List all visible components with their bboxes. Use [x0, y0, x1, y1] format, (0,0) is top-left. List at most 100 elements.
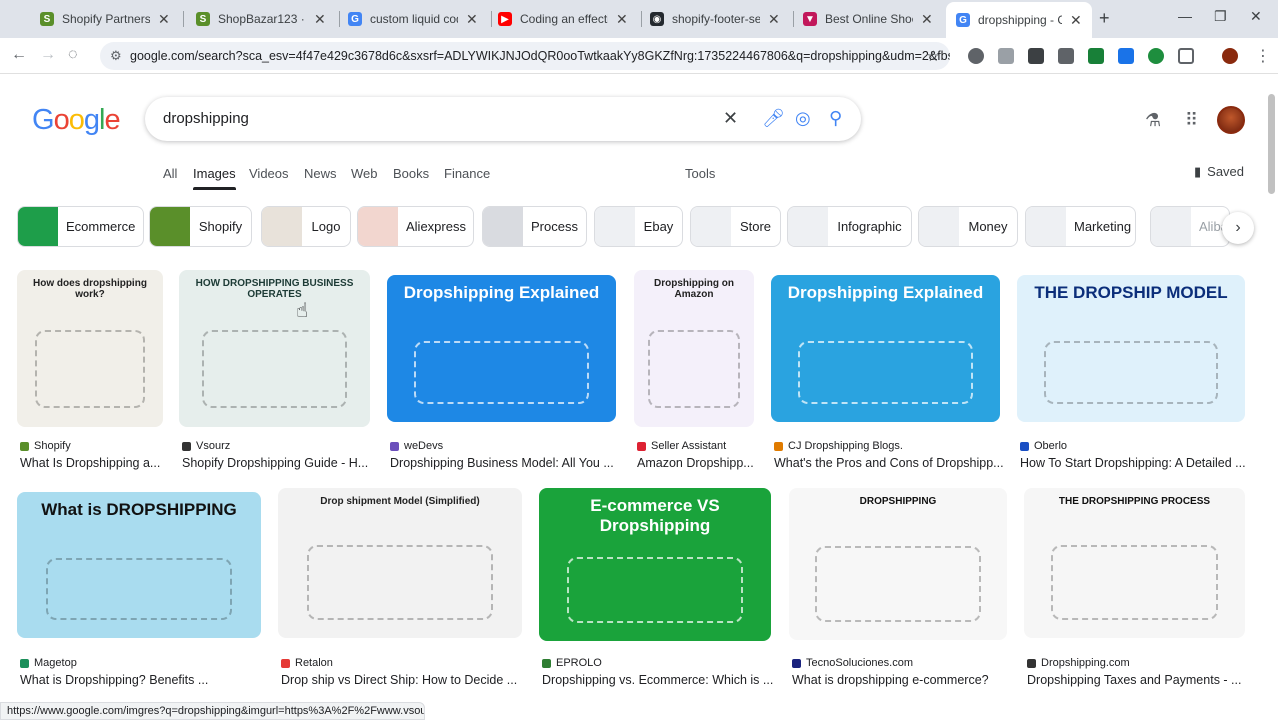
result-thumbnail[interactable]: DROPSHIPPING	[789, 488, 1007, 640]
chip-logo[interactable]: Logo	[261, 206, 351, 247]
image-result[interactable]: E-commerce VS Dropshipping EPROLO Dropship…	[539, 488, 773, 689]
result-thumbnail[interactable]: Drop shipment Model (Simplified)	[278, 488, 522, 638]
close-tab-icon[interactable]: ✕	[768, 11, 780, 28]
restore-icon[interactable]: ❐	[1214, 8, 1227, 25]
minimize-icon[interactable]: —	[1178, 8, 1192, 24]
result-source[interactable]: TecnoSoluciones.com	[792, 657, 913, 669]
clipboard-icon[interactable]	[1058, 48, 1074, 64]
account-avatar[interactable]	[1217, 106, 1245, 134]
result-title[interactable]: What Is Dropshipping a...	[20, 456, 186, 470]
zip-extension-icon[interactable]	[1118, 48, 1134, 64]
result-thumbnail[interactable]: What is DROPSHIPPING	[17, 492, 261, 638]
close-tab-icon[interactable]: ✕	[921, 11, 933, 28]
chevron-right-icon[interactable]: ›	[1222, 212, 1254, 244]
browser-tab[interactable]: ◉ shopify-footer-sectio ✕	[640, 6, 790, 32]
tools-button[interactable]: Tools	[685, 166, 715, 181]
result-title[interactable]: Dropshipping Business Model: All You ...	[390, 456, 639, 470]
result-thumbnail[interactable]: THE DROPSHIP MODEL	[1017, 275, 1245, 422]
tab-news[interactable]: News	[304, 166, 337, 181]
bookmark-star-icon[interactable]: ☆	[927, 47, 940, 65]
lens-icon[interactable]: ◎	[795, 108, 811, 129]
result-title[interactable]: Shopify Dropshipping Guide - H...	[182, 456, 393, 470]
result-source[interactable]: Magetop	[20, 657, 77, 669]
result-thumbnail[interactable]: Dropshipping Explained	[771, 275, 1000, 422]
result-title[interactable]: Amazon Dropshipp...	[637, 456, 777, 470]
forward-arrow-icon[interactable]: →	[40, 46, 56, 64]
result-title[interactable]: Dropshipping Taxes and Payments - ...	[1027, 673, 1268, 687]
chip-store[interactable]: Store	[690, 206, 781, 247]
close-tab-icon[interactable]: ✕	[314, 11, 326, 28]
chip-alibaba[interactable]: Alibaba	[1150, 206, 1230, 247]
image-result[interactable]: Dropshipping Explained CJ Dropshipping Bl…	[771, 275, 1004, 472]
grammar-extension-icon[interactable]	[1148, 48, 1164, 64]
back-arrow-icon[interactable]: ←	[11, 46, 27, 64]
browser-tab[interactable]: Gdropshipping - Goog ✕	[946, 2, 1092, 38]
chip-process[interactable]: Process	[482, 206, 587, 247]
chip-money[interactable]: Money	[918, 206, 1018, 247]
close-tab-icon[interactable]: ✕	[466, 11, 478, 28]
close-tab-icon[interactable]: ✕	[158, 11, 170, 28]
result-source[interactable]: Retalon	[281, 657, 333, 669]
browser-tab[interactable]: ▼ Best Online Shoes Br ✕	[793, 6, 943, 32]
loading-spinner-icon[interactable]: ◌	[68, 46, 78, 64]
result-title[interactable]: How To Start Dropshipping: A Detailed ..…	[1020, 456, 1268, 470]
extension-robot-icon[interactable]	[968, 48, 984, 64]
chip-shopify[interactable]: Shopify	[149, 206, 252, 247]
image-result[interactable]: Drop shipment Model (Simplified) Retalon D…	[278, 488, 522, 689]
result-thumbnail[interactable]: HOW DROPSHIPPING BUSINESS OPERATES	[179, 270, 370, 427]
result-source[interactable]: EPROLO	[542, 657, 602, 669]
result-source[interactable]: Shopify	[20, 440, 71, 452]
microphone-icon[interactable]: 🎤︎	[762, 108, 785, 129]
profile-avatar[interactable]	[1222, 48, 1238, 64]
result-source[interactable]: weDevs	[390, 440, 443, 452]
result-title[interactable]: What's the Pros and Cons of Dropshipp...	[774, 456, 1023, 470]
saved-button[interactable]: ▮ Saved	[1194, 164, 1244, 180]
page-scrollbar[interactable]	[1266, 76, 1276, 720]
chip-ecommerce[interactable]: Ecommerce	[17, 206, 144, 247]
result-title[interactable]: Dropshipping vs. Ecommerce: Which is ...	[542, 673, 794, 687]
search-icon[interactable]: ⚲	[829, 108, 842, 129]
tab-finance[interactable]: Finance	[444, 166, 490, 181]
result-thumbnail[interactable]: E-commerce VS Dropshipping	[539, 488, 771, 641]
browser-tab[interactable]: Gcustom liquid code fo ✕	[338, 6, 488, 32]
browser-tab[interactable]: S Shopify Partners ✕	[30, 6, 180, 32]
address-bar[interactable]: ⚙ google.com/search?sca_esv=4f47e429c367…	[100, 42, 950, 70]
image-result[interactable]: THE DROPSHIPPING PROCESS Dropshipping.com…	[1024, 488, 1245, 689]
clear-icon[interactable]: ✕	[723, 108, 738, 129]
tab-images[interactable]: Images	[193, 166, 236, 190]
image-result[interactable]: DROPSHIPPING TecnoSoluciones.com What is d…	[789, 488, 1007, 689]
result-source[interactable]: Seller Assistant	[637, 440, 726, 452]
result-thumbnail[interactable]: How does dropshipping work?	[17, 270, 163, 427]
camera-icon[interactable]	[998, 48, 1014, 64]
close-tab-icon[interactable]: ✕	[616, 11, 628, 28]
result-source[interactable]: Dropshipping.com	[1027, 657, 1130, 669]
eyedropper-icon[interactable]	[1028, 48, 1044, 64]
chip-marketing[interactable]: Marketing	[1025, 206, 1136, 247]
search-box[interactable]: dropshipping ✕ 🎤︎ ◎ ⚲	[145, 97, 861, 141]
search-input[interactable]: dropshipping	[163, 110, 249, 127]
result-thumbnail[interactable]: Dropshipping Explained	[387, 275, 616, 422]
close-window-icon[interactable]: ✕	[1250, 8, 1262, 25]
image-result[interactable]: What is DROPSHIPPING Magetop What is Drops…	[17, 492, 261, 689]
result-source[interactable]: Vsourz	[182, 440, 230, 452]
result-title[interactable]: What is dropshipping e-commerce?	[792, 673, 1030, 687]
new-tab-button[interactable]: +	[1099, 8, 1110, 29]
image-result[interactable]: THE DROPSHIP MODEL Oberlo How To Start Dro…	[1017, 275, 1246, 472]
tab-books[interactable]: Books	[393, 166, 429, 181]
image-result[interactable]: How does dropshipping work? Shopify What I…	[17, 270, 163, 472]
image-result[interactable]: Dropshipping on Amazon Seller Assistant Am…	[634, 270, 754, 472]
labs-flask-icon[interactable]: ⚗	[1145, 110, 1161, 131]
result-thumbnail[interactable]: THE DROPSHIPPING PROCESS	[1024, 488, 1245, 638]
browser-tab[interactable]: S ShopBazar123 · Cust ✕	[186, 6, 336, 32]
result-source[interactable]: CJ Dropshipping Blogs.	[774, 440, 903, 452]
tab-videos[interactable]: Videos	[249, 166, 289, 181]
browser-tab[interactable]: ▶ Coding an effective S ✕	[488, 6, 638, 32]
result-title[interactable]: Drop ship vs Direct Ship: How to Decide …	[281, 673, 545, 687]
result-thumbnail[interactable]: Dropshipping on Amazon	[634, 270, 754, 427]
close-tab-icon[interactable]: ✕	[1070, 12, 1082, 29]
browser-menu-icon[interactable]: ⋮	[1255, 46, 1271, 66]
chip-aliexpress[interactable]: Aliexpress	[357, 206, 474, 247]
chip-infographic[interactable]: Infographic	[787, 206, 912, 247]
extensions-puzzle-icon[interactable]	[1178, 48, 1194, 64]
site-info-icon[interactable]: ⚙	[110, 48, 122, 64]
